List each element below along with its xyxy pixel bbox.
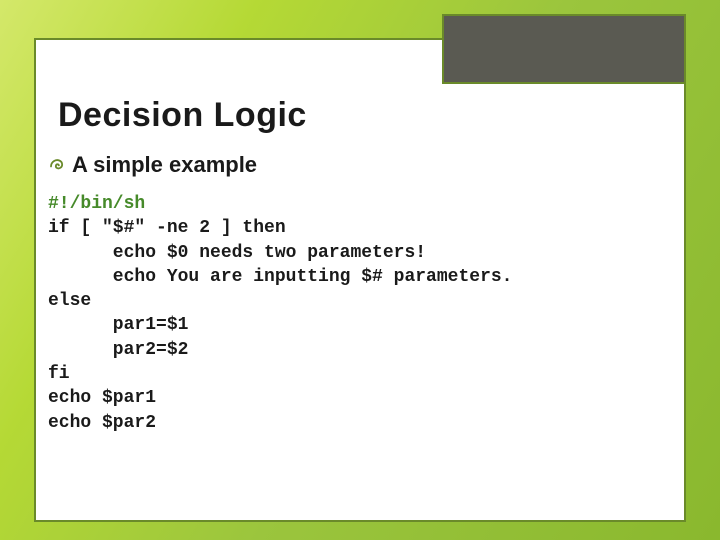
code-body: if [ "$#" -ne 2 ] then echo $0 needs two… xyxy=(48,218,512,432)
decorative-corner-box xyxy=(442,14,686,84)
swirl-bullet-icon xyxy=(48,156,66,174)
slide-subtitle: A simple example xyxy=(72,152,257,178)
subtitle-row: A simple example xyxy=(48,152,257,178)
slide-card: Decision Logic A simple example #!/bin/s… xyxy=(34,38,686,522)
code-shebang-line: #!/bin/sh xyxy=(48,194,145,214)
code-block: #!/bin/sh if [ "$#" -ne 2 ] then echo $0… xyxy=(48,192,512,435)
slide-title: Decision Logic xyxy=(58,96,307,135)
